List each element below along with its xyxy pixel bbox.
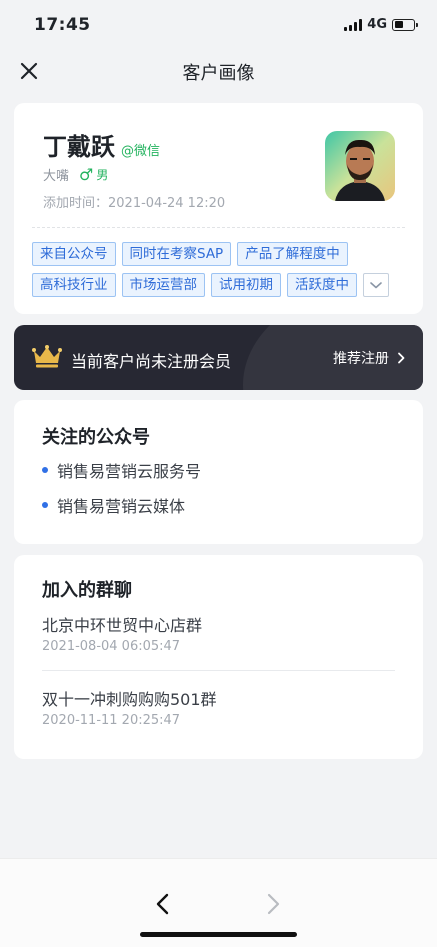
nav-bar: 客户画像: [0, 48, 437, 94]
subscription-name: 销售易营销云服务号: [57, 462, 202, 481]
avatar[interactable]: [325, 131, 395, 201]
crown-icon: [32, 345, 62, 369]
chevron-left-icon[interactable]: [152, 891, 174, 917]
name-row: 丁戴跃 @微信: [43, 127, 160, 162]
group-name[interactable]: 双十一冲刺购购购501群: [42, 686, 217, 710]
signal-icon: [344, 18, 363, 31]
tag[interactable]: 同时在考察SAP: [121, 242, 232, 266]
status-bar: 17:45 4G: [0, 0, 437, 48]
chevron-down-icon[interactable]: [363, 273, 389, 297]
group-name[interactable]: 北京中环世贸中心店群: [42, 612, 202, 636]
chevron-right-icon: [398, 352, 405, 364]
tag[interactable]: 市场运营部: [121, 273, 205, 297]
tag[interactable]: 产品了解程度中: [237, 242, 348, 266]
group-time: 2020-11-11 20:25:47: [42, 713, 181, 728]
subscription-name: 销售易营销云媒体: [57, 497, 186, 516]
divider: [42, 670, 395, 671]
male-icon: ♂: [79, 164, 94, 184]
list-item[interactable]: 销售易营销云媒体: [42, 493, 185, 517]
gender: ♂ 男: [79, 166, 108, 183]
network-label: 4G: [367, 17, 387, 32]
member-banner[interactable]: 当前客户尚未注册会员 推荐注册: [14, 325, 423, 390]
recommend-register-label: 推荐注册: [333, 351, 389, 367]
source-tag: @微信: [121, 144, 161, 159]
group-time: 2021-08-04 06:05:47: [42, 639, 181, 654]
tag[interactable]: 活跃度中: [287, 273, 357, 297]
tag[interactable]: 来自公众号: [32, 242, 116, 266]
nickname: 大嘴: [43, 169, 70, 184]
battery-icon: [392, 18, 418, 31]
status-indicators: 4G: [344, 17, 418, 32]
list-item[interactable]: 销售易营销云服务号: [42, 458, 201, 482]
groups-title: 加入的群聊: [42, 580, 132, 601]
bullet-icon: [42, 502, 48, 508]
recommend-register-link[interactable]: 推荐注册: [333, 348, 405, 368]
profile-card: 丁戴跃 @微信 大嘴 ♂ 男 添加时间：2021-04-24 12:20 来自公…: [14, 103, 423, 314]
subscriptions-card: 关注的公众号 销售易营销云服务号 销售易营销云媒体: [14, 400, 423, 544]
dashed-divider: [32, 227, 405, 228]
groups-card: 加入的群聊 北京中环世贸中心店群 2021-08-04 06:05:47 双十一…: [14, 555, 423, 759]
bullet-icon: [42, 467, 48, 473]
page-title: 客户画像: [182, 63, 255, 84]
tag[interactable]: 试用初期: [211, 273, 281, 297]
nickname-row: 大嘴 ♂ 男: [43, 165, 108, 184]
add-time: 添加时间：2021-04-24 12:20: [43, 196, 226, 211]
chevron-right-icon[interactable]: [262, 891, 284, 917]
home-indicator: [140, 932, 297, 937]
gender-label: 男: [96, 168, 109, 182]
member-status-text: 当前客户尚未注册会员: [71, 352, 232, 371]
subscriptions-title: 关注的公众号: [42, 427, 150, 448]
tag[interactable]: 高科技行业: [32, 273, 116, 297]
tag-list: 来自公众号 同时在考察SAP 产品了解程度中 高科技行业 市场运营部 试用初期 …: [32, 242, 407, 297]
customer-name: 丁戴跃: [43, 133, 115, 161]
status-time: 17:45: [34, 15, 91, 35]
